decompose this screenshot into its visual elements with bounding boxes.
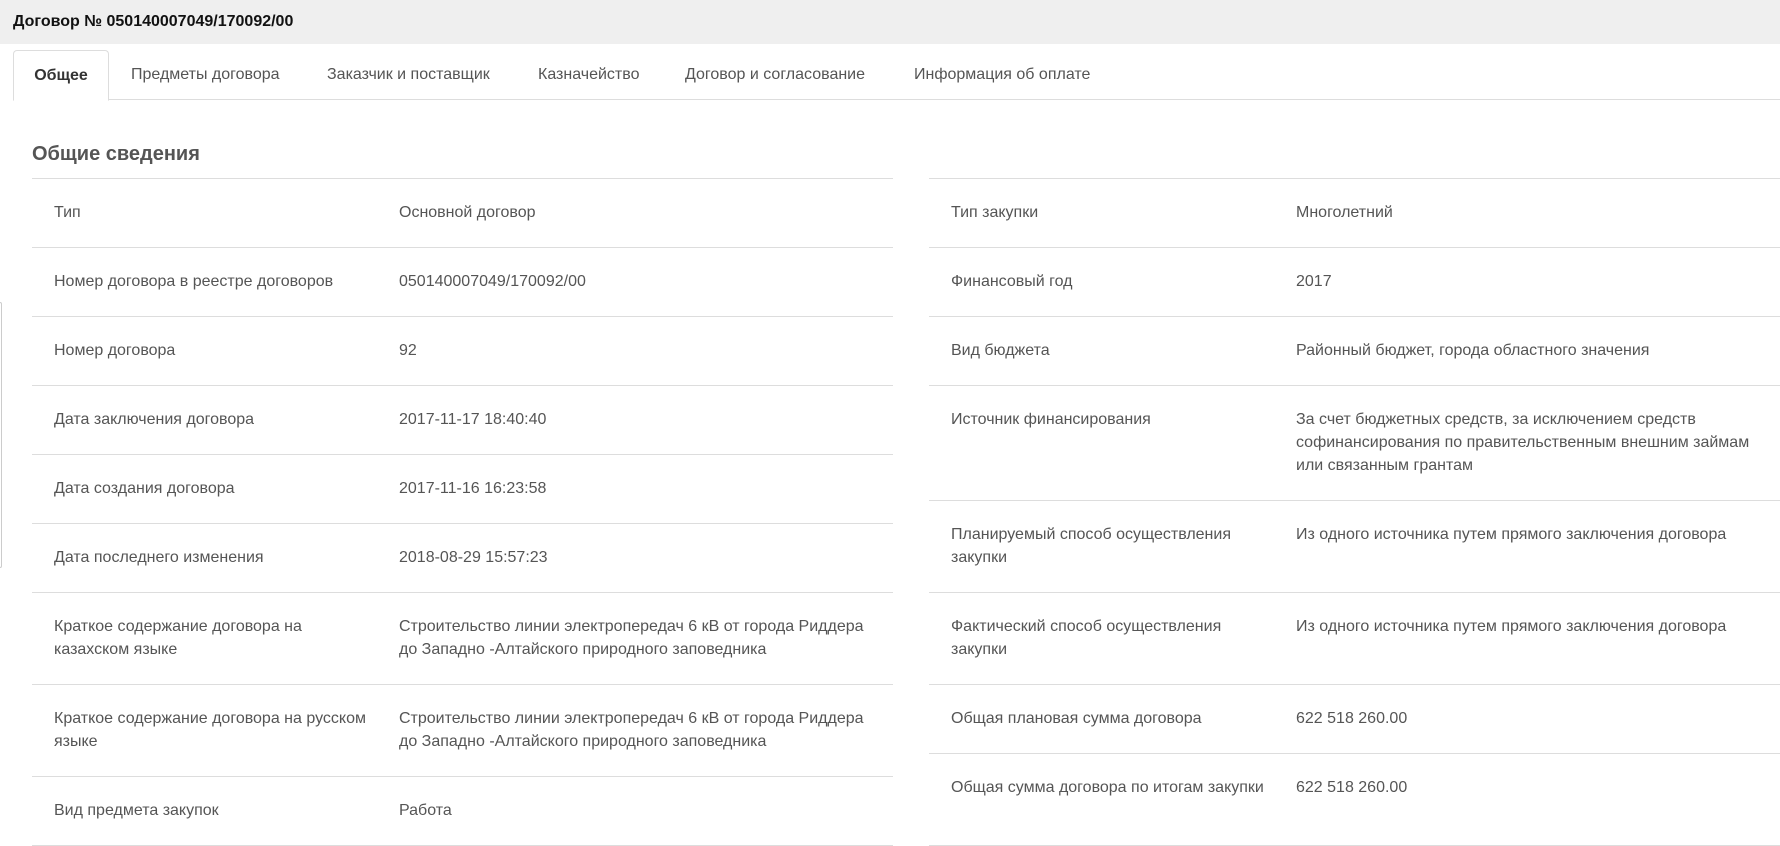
info-row-procurement-type: Тип закупки Многолетний xyxy=(929,179,1780,248)
tab-treasury[interactable]: Казначейство xyxy=(538,50,639,100)
info-label: Фактический способ осуществления закупки xyxy=(951,618,1222,658)
info-value: Строительство линии электропередач 6 кВ … xyxy=(399,618,864,658)
info-value: 050140007049/170092/00 xyxy=(399,273,586,290)
info-label: Вид бюджета xyxy=(951,342,1050,359)
info-row-budget-type: Вид бюджета Районный бюджет, города обла… xyxy=(929,317,1780,386)
info-value: Работа xyxy=(399,802,452,819)
info-value: 92 xyxy=(399,342,417,359)
info-row-actual-total: Общая сумма договора по итогам закупки 6… xyxy=(929,754,1780,846)
tab-contract-approval[interactable]: Договор и согласование xyxy=(685,50,865,100)
info-value: Из одного источника путем прямого заключ… xyxy=(1296,526,1727,543)
info-row-actual-method: Фактический способ осуществления закупки… xyxy=(929,593,1780,685)
info-row-summary-kazakh: Краткое содержание договора на казахском… xyxy=(32,593,893,685)
info-row-planned-method: Планируемый способ осуществления закупки… xyxy=(929,501,1780,593)
info-value: 2017 xyxy=(1296,273,1332,290)
info-row-last-modified: Дата последнего изменения 2018-08-29 15:… xyxy=(32,524,893,593)
tab-customer-supplier[interactable]: Заказчик и поставщик xyxy=(327,50,490,100)
info-label: Краткое содержание договора на русском я… xyxy=(54,710,366,750)
info-row-registry-number: Номер договора в реестре договоров 05014… xyxy=(32,248,893,317)
general-info-table-left: Тип Основной договор Номер договора в ре… xyxy=(32,178,893,846)
tab-general[interactable]: Общее xyxy=(13,50,109,101)
info-row-creation-date: Дата создания договора 2017-11-16 16:23:… xyxy=(32,455,893,524)
info-label: Общая плановая сумма договора xyxy=(951,710,1202,727)
info-value: 622 518 260.00 xyxy=(1296,779,1408,796)
info-value: За счет бюджетных средств, за исключение… xyxy=(1296,411,1750,474)
tab-contract-items[interactable]: Предметы договора xyxy=(131,50,280,100)
info-label: Общая сумма договора по итогам закупки xyxy=(951,779,1264,796)
section-title: Общие сведения xyxy=(32,143,200,165)
page-title: Договор № 050140007049/170092/00 xyxy=(0,0,1780,44)
info-value: 622 518 260.00 xyxy=(1296,710,1408,727)
info-label: Тип xyxy=(54,204,81,221)
tab-bar: Общее Предметы договора Заказчик и поста… xyxy=(13,50,1780,101)
info-label: Краткое содержание договора на казахском… xyxy=(54,618,302,658)
info-label: Тип закупки xyxy=(951,204,1039,221)
info-value: 2017-11-16 16:23:58 xyxy=(399,480,547,497)
info-label: Дата заключения договора xyxy=(54,411,255,428)
info-row-procurement-subject-type: Вид предмета закупок Работа xyxy=(32,777,893,846)
info-row-contract-number: Номер договора 92 xyxy=(32,317,893,386)
info-value: Многолетний xyxy=(1296,204,1393,221)
info-row-financial-year: Финансовый год 2017 xyxy=(929,248,1780,317)
info-value: 2018-08-29 15:57:23 xyxy=(399,549,548,566)
info-value: Из одного источника путем прямого заключ… xyxy=(1296,618,1727,635)
info-row-planned-total: Общая плановая сумма договора 622 518 26… xyxy=(929,685,1780,754)
info-value: 2017-11-17 18:40:40 xyxy=(399,411,547,428)
info-label: Номер договора xyxy=(54,342,176,359)
info-label: Вид предмета закупок xyxy=(54,802,219,819)
info-value: Районный бюджет, города областного значе… xyxy=(1296,342,1650,359)
info-label: Финансовый год xyxy=(951,273,1073,290)
info-row-summary-russian: Краткое содержание договора на русском я… xyxy=(32,685,893,777)
info-row-conclusion-date: Дата заключения договора 2017-11-17 18:4… xyxy=(32,386,893,455)
tab-payment-info[interactable]: Информация об оплате xyxy=(914,50,1090,100)
side-panel-edge xyxy=(0,302,2,568)
general-info-table-right: Тип закупки Многолетний Финансовый год 2… xyxy=(929,178,1780,846)
info-label: Номер договора в реестре договоров xyxy=(54,273,334,290)
info-row-funding-source: Источник финансирования За счет бюджетны… xyxy=(929,386,1780,501)
info-label: Дата создания договора xyxy=(54,480,235,497)
info-value: Основной договор xyxy=(399,204,536,221)
info-label: Дата последнего изменения xyxy=(54,549,264,566)
info-label: Источник финансирования xyxy=(951,411,1151,428)
info-value: Строительство линии электропередач 6 кВ … xyxy=(399,710,864,750)
info-row-type: Тип Основной договор xyxy=(32,179,893,248)
info-label: Планируемый способ осуществления закупки xyxy=(951,526,1231,566)
